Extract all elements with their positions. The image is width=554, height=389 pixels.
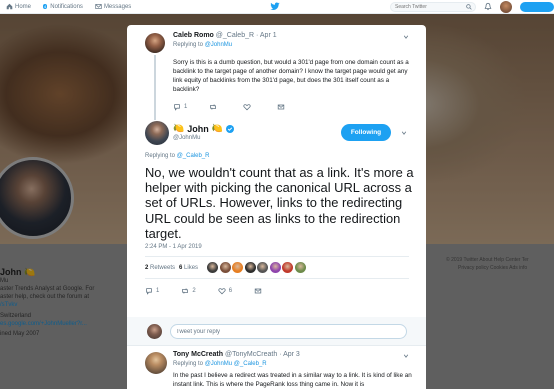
tweet-header: Caleb Romo @_Caleb_R · Apr 1 <box>173 32 277 39</box>
author-handle[interactable]: @JohnMu <box>173 135 200 141</box>
reply-count: 1 <box>184 104 188 110</box>
message-button[interactable] <box>277 103 285 111</box>
likes-stat[interactable]: 6 Likes <box>179 265 198 271</box>
replying-to-handle[interactable]: @JohnMu <box>205 42 232 48</box>
reply-count: 1 <box>156 288 160 294</box>
chevron-down-icon[interactable] <box>401 130 407 136</box>
tweet-date[interactable]: Apr 3 <box>283 351 300 358</box>
bell-icon[interactable] <box>484 2 492 11</box>
tweet-actions: 1 2 6 <box>145 287 262 295</box>
search-input[interactable] <box>390 2 476 12</box>
nav-home-label: Home <box>15 3 32 10</box>
nav-notifications[interactable]: 4 Notifications <box>43 4 83 10</box>
notifications-badge: 4 <box>43 4 48 9</box>
replying-to-handle[interactable]: @JohnMu @_Caleb_R <box>205 361 267 367</box>
tweet-text: Sorry is this is a dumb question, but wo… <box>173 59 409 93</box>
nav-home[interactable]: Home <box>6 3 31 10</box>
author-name[interactable]: 🍋 John 🍋 <box>173 123 234 134</box>
liker-avatar[interactable] <box>269 262 281 273</box>
liker-avatar[interactable] <box>294 262 306 273</box>
envelope-icon <box>95 4 102 9</box>
avatar[interactable] <box>145 352 167 374</box>
reply-tweet[interactable]: Tony McCreath @TonyMcCreath · Apr 3 Repl… <box>127 345 426 389</box>
tweet-actions: 1 <box>173 103 285 111</box>
home-icon <box>6 3 13 10</box>
heart-icon <box>218 288 226 295</box>
liker-avatar[interactable] <box>257 262 269 273</box>
heart-icon <box>243 104 251 111</box>
focused-tweet: 🍋 John 🍋 @JohnMu Following Replying to @… <box>127 117 426 302</box>
liker-avatar[interactable] <box>244 262 256 273</box>
nav-messages[interactable]: Messages <box>95 3 131 10</box>
envelope-icon <box>278 104 285 110</box>
author-handle[interactable]: @_Caleb_R <box>216 32 254 39</box>
top-navigation-bar: Home 4 Notifications Messages <box>0 0 554 14</box>
liker-avatar[interactable] <box>207 262 219 273</box>
avatar <box>147 324 162 339</box>
chevron-down-icon[interactable] <box>403 353 409 359</box>
reply-input[interactable] <box>170 324 407 339</box>
chevron-down-icon[interactable] <box>403 34 409 40</box>
tweet-header: Tony McCreath @TonyMcCreath · Apr 3 <box>173 351 300 358</box>
account-avatar[interactable] <box>500 1 512 13</box>
tweet-timestamp[interactable]: 2:24 PM - 1 Apr 2019 <box>145 244 202 250</box>
parent-tweet[interactable]: Caleb Romo @_Caleb_R · Apr 1 Replying to… <box>127 25 426 120</box>
liker-avatar[interactable] <box>232 262 244 273</box>
like-button[interactable] <box>243 103 251 111</box>
retweet-icon <box>210 104 217 110</box>
thread-line <box>154 55 156 120</box>
tweet-detail-modal: Caleb Romo @_Caleb_R · Apr 1 Replying to… <box>127 25 426 389</box>
retweet-count: 2 <box>192 288 196 294</box>
replying-to: Replying to @JohnMu <box>173 42 233 48</box>
lemon-emoji: 🍋 <box>173 123 185 133</box>
divider <box>145 256 409 257</box>
reply-icon <box>146 288 152 295</box>
divider <box>145 278 409 279</box>
author-name[interactable]: Tony McCreath <box>173 351 223 358</box>
tweet-date[interactable]: Apr 1 <box>260 32 277 39</box>
tweet-text: In the past I believe a redirect was tre… <box>173 372 412 388</box>
retweets-stat[interactable]: 2 Retweets <box>145 265 175 271</box>
retweet-button[interactable] <box>209 103 217 111</box>
replying-to: Replying to @JohnMu @_Caleb_R <box>173 361 267 367</box>
liker-avatars <box>207 262 306 273</box>
replying-to-handle[interactable]: @_Caleb_R <box>177 153 210 159</box>
tweet-text: No, we wouldn't count that as a link. It… <box>145 165 414 241</box>
reply-button[interactable]: 1 <box>145 287 159 295</box>
avatar[interactable] <box>145 33 165 53</box>
tweet-button[interactable] <box>520 2 554 12</box>
search-icon[interactable] <box>466 4 472 10</box>
author-name[interactable]: Caleb Romo <box>173 32 214 39</box>
avatar[interactable] <box>145 121 169 145</box>
twitter-bird-icon[interactable] <box>270 2 280 11</box>
following-button[interactable]: Following <box>341 124 391 141</box>
verified-badge-icon <box>225 124 234 133</box>
reply-icon <box>174 104 180 111</box>
nav-messages-label: Messages <box>103 3 132 10</box>
engagement-stats: 2 Retweets 6 Likes <box>145 262 306 273</box>
divider <box>127 345 426 346</box>
envelope-icon <box>254 288 262 294</box>
reply-button[interactable]: 1 <box>173 103 187 111</box>
reply-composer <box>127 317 426 345</box>
like-button[interactable]: 6 <box>218 287 232 295</box>
message-button[interactable] <box>254 287 262 295</box>
replying-to: Replying to @_Caleb_R <box>145 153 210 159</box>
liker-avatar[interactable] <box>282 262 294 273</box>
lemon-emoji: 🍋 <box>211 123 223 133</box>
like-count: 6 <box>228 288 233 294</box>
nav-notifications-label: Notifications <box>50 3 83 10</box>
retweet-button[interactable]: 2 <box>181 287 196 295</box>
liker-avatar[interactable] <box>219 262 231 273</box>
retweet-icon <box>182 288 189 294</box>
author-handle[interactable]: @TonyMcCreath <box>225 351 277 358</box>
